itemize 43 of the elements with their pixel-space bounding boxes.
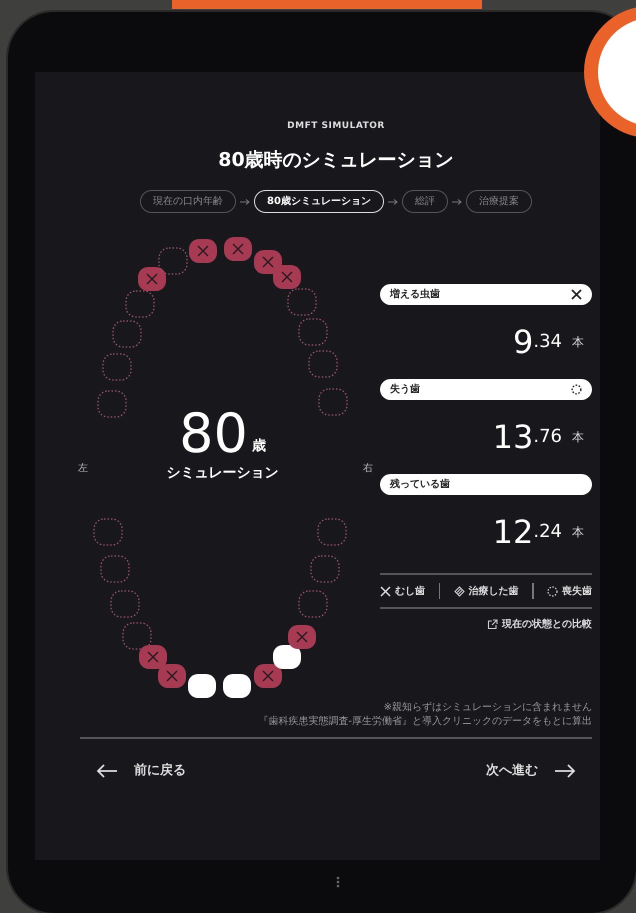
stat-decimal: .34: [533, 330, 562, 354]
legend-label: むし歯: [395, 584, 425, 598]
step-tab[interactable]: 総評: [402, 190, 448, 213]
age-number: 80: [179, 407, 248, 461]
legend-label: 治療した歯: [468, 584, 518, 598]
side-label: 右: [363, 462, 373, 476]
step-tab[interactable]: 80歳シミュレーション: [254, 190, 384, 213]
next-button[interactable]: 次へ進む: [486, 761, 576, 780]
age-unit: 歳: [252, 437, 266, 456]
right-arrow-icon: [554, 764, 576, 778]
app-title: DMFT SIMULATOR: [286, 120, 386, 133]
stat-label: 失う歯: [390, 382, 420, 397]
hatched-diamond-icon: [454, 586, 464, 596]
stat-label: 残っている歯: [390, 478, 450, 492]
stat-decimal: .76: [533, 425, 562, 449]
simulation-caption: シミュレーション: [166, 464, 278, 483]
stat-value: 12: [492, 516, 534, 548]
dotted-circle-icon: [547, 586, 558, 596]
stat-unit: 本: [572, 524, 584, 541]
legend-label: 喪失歯: [562, 584, 592, 598]
sensor-drawing: [335, 876, 341, 888]
page-heading: 80歳時のシミュレーション: [217, 148, 455, 172]
left-arrow-icon: [96, 764, 118, 778]
stat-value: 9: [513, 326, 534, 358]
footnote: ※親知らずはシミュレーションに含まれません: [382, 701, 592, 715]
stat-label: 増える虫歯: [390, 287, 440, 302]
step-tab[interactable]: 現在の口内年齢: [140, 190, 236, 213]
stat-value: 13: [492, 421, 534, 453]
dotted-circle-icon: [571, 384, 582, 395]
close-icon: [571, 289, 582, 300]
arrow-icon: [240, 198, 250, 206]
step-tab[interactable]: 治療提案: [466, 190, 532, 213]
footnote: 『歯科疾患実態調査-厚生労働省』と導入クリニックのデータをもとに算出: [257, 715, 592, 729]
stat-decimal: .24: [533, 520, 562, 544]
external-link-icon: [487, 619, 498, 630]
side-label: 左: [78, 462, 88, 476]
arrow-icon: [388, 198, 398, 206]
back-button[interactable]: 前に戻る: [96, 761, 186, 780]
stat-unit: 本: [572, 334, 584, 351]
compare-link[interactable]: 現在の状態との比較: [502, 617, 592, 632]
arrow-icon: [452, 198, 462, 206]
cross-icon: [380, 586, 391, 596]
stat-unit: 本: [572, 429, 584, 446]
